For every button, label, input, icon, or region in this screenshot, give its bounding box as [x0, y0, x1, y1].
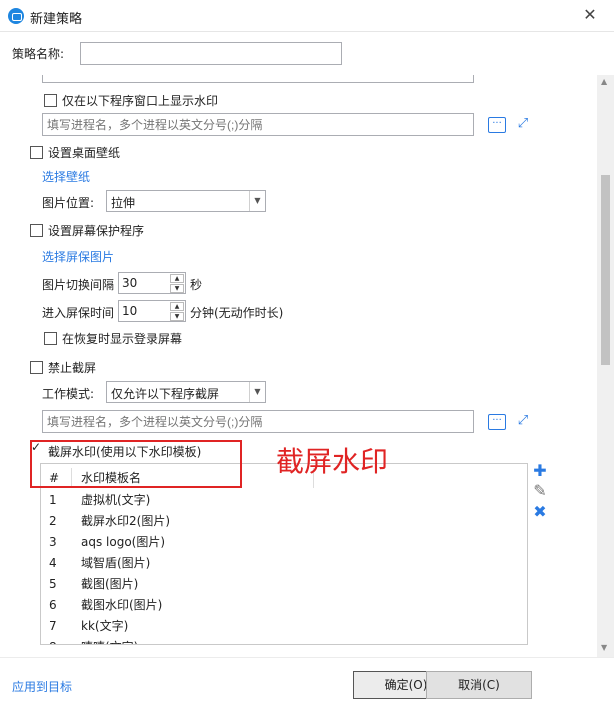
block-screenshot-checkbox[interactable] — [30, 361, 43, 374]
more-options-icon[interactable]: ··· — [488, 117, 506, 133]
image-position-label: 图片位置: — [42, 196, 95, 210]
row-name: 截图(图片) — [81, 577, 139, 591]
stepper-up-icon[interactable]: ▲ — [170, 274, 184, 283]
row-number: 1 — [49, 493, 57, 507]
stepper-down-icon[interactable]: ▼ — [170, 284, 184, 293]
cancel-button[interactable]: 取消(C) — [426, 671, 532, 699]
more-options-icon[interactable]: ··· — [488, 414, 506, 430]
main-scrollbar[interactable]: ▲ ▼ — [597, 75, 614, 657]
row-name: 域智盾(图片) — [81, 556, 151, 570]
table-row[interactable]: 3 aqs logo(图片) — [41, 532, 511, 553]
block-screenshot-label: 禁止截屏 — [48, 361, 97, 375]
image-interval-value: 30 — [122, 276, 138, 290]
enter-screensaver-value: 10 — [122, 304, 138, 318]
title-bar: 新建策略 ✕ — [0, 0, 614, 32]
window-title: 新建策略 — [30, 12, 83, 27]
wallpaper-label: 设置桌面壁纸 — [48, 146, 121, 160]
chevron-down-icon: ▼ — [249, 382, 265, 402]
table-row[interactable]: 7 kk(文字) — [41, 616, 511, 637]
dialog-footer: 应用到目标 确定(O) 取消(C) — [0, 657, 614, 713]
row-name: aqs logo(图片) — [81, 535, 166, 549]
image-position-value: 拉伸 — [111, 196, 136, 210]
row-name: 虚拟机(文字) — [81, 493, 151, 507]
show-in-programs-label: 仅在以下程序窗口上显示水印 — [62, 94, 219, 108]
app-logo-icon — [8, 8, 24, 24]
table-row[interactable]: 5 截图(图片) — [41, 574, 511, 595]
row-name: 截图水印(图片) — [81, 598, 163, 612]
close-icon[interactable]: ✕ — [580, 5, 600, 24]
image-interval-stepper[interactable]: 30 ▲ ▼ — [118, 272, 186, 294]
row-name: 截屏水印2(图片) — [81, 514, 170, 528]
show-login-checkbox[interactable] — [44, 332, 57, 345]
work-mode-select[interactable]: 仅允许以下程序截屏 ▼ — [106, 381, 266, 403]
show-login-label: 在恢复时显示登录屏幕 — [62, 332, 183, 346]
row-number: 3 — [49, 535, 57, 549]
scrollbar-thumb[interactable] — [601, 175, 610, 365]
add-icon[interactable]: ✚ — [532, 461, 548, 480]
wallpaper-checkbox[interactable] — [30, 146, 43, 159]
annotation-highlight-box — [30, 440, 242, 488]
row-number: 2 — [49, 514, 57, 528]
row-number: 6 — [49, 598, 57, 612]
show-in-programs-checkbox[interactable] — [44, 94, 57, 107]
previous-textbox-bottom — [42, 75, 474, 83]
enter-screensaver-stepper[interactable]: 10 ▲ ▼ — [118, 300, 186, 322]
apply-to-target-link[interactable]: 应用到目标 — [12, 678, 72, 695]
block-screenshot-process-input[interactable] — [42, 410, 474, 433]
delete-icon[interactable]: ✖ — [532, 502, 548, 521]
work-mode-label: 工作模式: — [42, 387, 95, 401]
chevron-down-icon: ▼ — [249, 191, 265, 211]
expand-icon[interactable]: ⤢ — [514, 413, 532, 431]
row-name: 嘻嘻(文字) — [81, 637, 138, 644]
screensaver-checkbox[interactable] — [30, 224, 43, 237]
scroll-down-icon[interactable]: ▼ — [601, 643, 607, 652]
scroll-up-icon[interactable]: ▲ — [601, 77, 607, 86]
stepper-down-icon[interactable]: ▼ — [170, 312, 184, 321]
watermark-template-table: # 水印模板名 1 虚拟机(文字) 2 截屏水印2(图片) 3 aqs logo… — [40, 463, 528, 645]
policy-name-input[interactable] — [80, 42, 342, 65]
enter-screensaver-unit: 分钟(无动作时长) — [190, 306, 284, 320]
row-name: kk(文字) — [81, 619, 129, 633]
row-number: 5 — [49, 577, 57, 591]
edit-icon[interactable]: ✎ — [532, 481, 548, 500]
screensaver-label: 设置屏幕保护程序 — [48, 224, 145, 238]
row-number: 7 — [49, 619, 57, 633]
image-interval-unit: 秒 — [190, 278, 203, 292]
work-mode-value: 仅允许以下程序截屏 — [111, 387, 220, 401]
select-wallpaper-link[interactable]: 选择壁纸 — [42, 168, 90, 185]
table-row[interactable]: 1 虚拟机(文字) — [41, 490, 511, 511]
annotation-label: 截屏水印 — [276, 445, 389, 478]
enter-screensaver-label: 进入屏保时间 — [42, 306, 115, 320]
table-row[interactable]: 4 域智盾(图片) — [41, 553, 511, 574]
table-row[interactable]: 6 截图水印(图片) — [41, 595, 511, 616]
policy-name-label: 策略名称: — [12, 47, 65, 61]
row-number: 8 — [49, 637, 57, 644]
stepper-up-icon[interactable]: ▲ — [170, 302, 184, 311]
expand-icon[interactable]: ⤢ — [514, 116, 532, 134]
row-number: 4 — [49, 556, 57, 570]
image-position-select[interactable]: 拉伸 ▼ — [106, 190, 266, 212]
show-in-programs-input[interactable] — [42, 113, 474, 136]
table-row[interactable]: 8 嘻嘻(文字) — [41, 637, 511, 644]
table-row[interactable]: 2 截屏水印2(图片) — [41, 511, 511, 532]
select-screensaver-image-link[interactable]: 选择屏保图片 — [42, 248, 114, 265]
image-interval-label: 图片切换间隔 — [42, 278, 115, 292]
